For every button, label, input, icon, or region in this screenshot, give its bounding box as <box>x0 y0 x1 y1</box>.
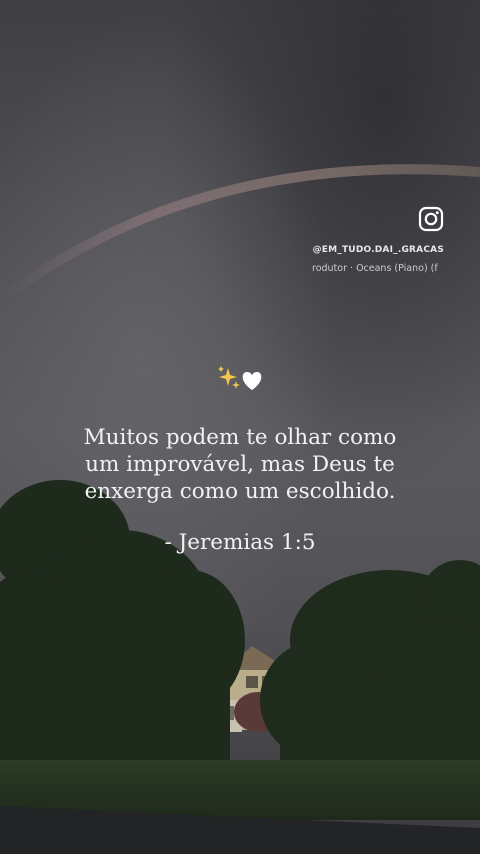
instagram-icon[interactable] <box>418 206 444 232</box>
white-heart-icon <box>242 372 262 390</box>
music-credit[interactable]: rodutor · Oceans (Piano) (f <box>312 263 444 274</box>
quote-line: um improvável, mas Deus te <box>85 452 395 477</box>
sparkles-icon <box>218 366 240 389</box>
decoration-emoji <box>218 366 262 390</box>
quote-line: enxerga como um escolhido. <box>84 479 396 504</box>
quote-line: Muitos podem te olhar como <box>83 425 397 450</box>
bible-reference: - Jeremias 1:5 <box>164 530 316 555</box>
quote-text: Muitos podem te olhar como um improvável… <box>60 424 420 505</box>
story-screen: @EM_TUDO.DAI_.GRACAS rodutor · Oceans (P… <box>0 0 480 854</box>
instagram-handle[interactable]: @EM_TUDO.DAI_.GRACAS <box>313 245 444 255</box>
